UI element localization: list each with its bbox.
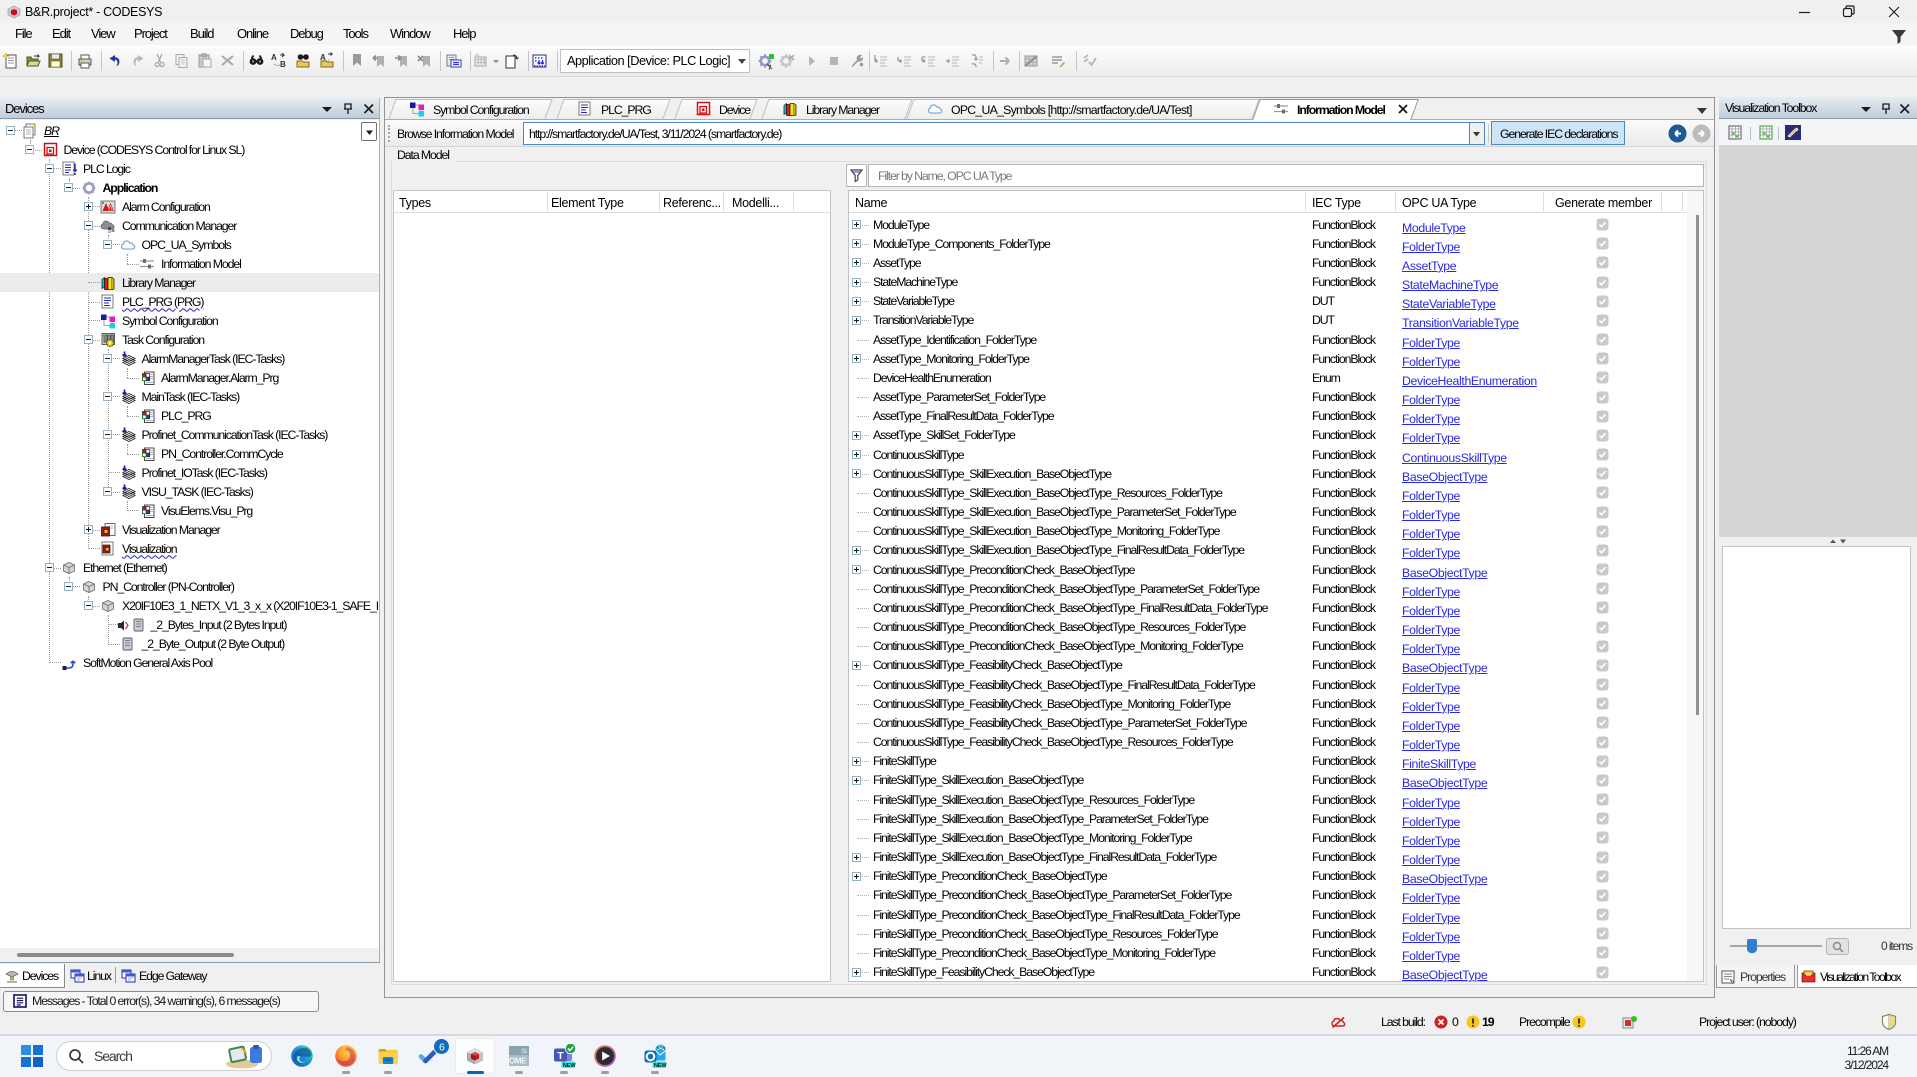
svg-text:NEW: NEW — [563, 1063, 576, 1068]
svg-text:A: A — [320, 53, 326, 62]
svg-text:OME: OME — [509, 1057, 527, 1066]
svg-text:T: T — [557, 1050, 564, 1062]
svg-text:Si: Si — [521, 1049, 527, 1056]
svg-text:A: A — [271, 53, 277, 62]
svg-text:6: 6 — [439, 1042, 445, 1054]
svg-text:B: B — [280, 60, 286, 69]
svg-text:NEW: NEW — [654, 1063, 667, 1068]
